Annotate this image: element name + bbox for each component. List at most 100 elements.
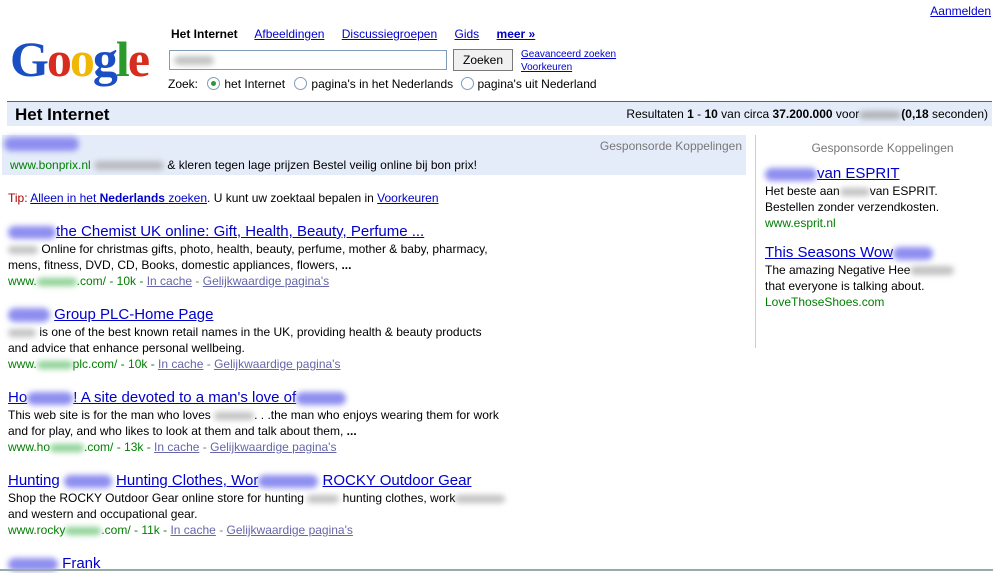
- logo-letter: e: [127, 31, 150, 87]
- zoek-label: Zoek:: [168, 77, 199, 91]
- sponsored-text: & kleren tegen lage prijzen Bestel veili…: [167, 158, 477, 172]
- tab-groups[interactable]: Discussiegroepen: [342, 27, 437, 41]
- radio-dutch-lang[interactable]: [294, 77, 308, 90]
- result-title-prefix[interactable]: Ho: [8, 389, 27, 406]
- result-snippet-tail: . . .the man who enjoys wearing them for…: [254, 408, 499, 422]
- redacted-ad-title[interactable]: [4, 137, 79, 151]
- search-scope: Zoek: het Internet pagina's in het Neder…: [168, 77, 597, 91]
- redacted-title: [765, 167, 817, 181]
- advanced-links: Geavanceerd zoeken Voorkeuren: [521, 48, 616, 74]
- stats-voor: voor: [832, 107, 860, 121]
- similar-pages-link[interactable]: Gelijkwaardige pagina's: [210, 440, 336, 454]
- cache-link[interactable]: In cache: [147, 274, 192, 288]
- result-title-prefix[interactable]: Hunting: [8, 472, 60, 489]
- range-sep: -: [693, 107, 705, 121]
- similar-pages-link[interactable]: Gelijkwaardige pagina's: [203, 274, 329, 288]
- result-snippet: Online for christmas gifts, photo, healt…: [41, 242, 488, 256]
- result-url-tail: .com/ - 11k -: [101, 523, 171, 537]
- ad-item: This Seasons Wow The amazing Negative He…: [765, 243, 990, 310]
- cache-link[interactable]: In cache: [154, 440, 199, 454]
- result-snippet: and western and occupational gear.: [8, 507, 198, 521]
- redacted-url: [65, 526, 102, 535]
- ad-title-link[interactable]: van ESPRIT: [817, 165, 900, 182]
- logo-letter: o: [46, 31, 72, 87]
- similar-pages-link[interactable]: Gelijkwaardige pagina's: [214, 357, 340, 371]
- redacted-title: [893, 246, 934, 260]
- redacted-text: [94, 161, 165, 171]
- results-bar-title: Het Internet: [15, 105, 110, 124]
- sponsored-url: www.bonprix.nl: [10, 158, 91, 172]
- results-count: 37.200.000: [772, 107, 833, 121]
- ad-text: The amazing Negative Hee: [765, 263, 911, 277]
- redacted-title: [8, 225, 56, 239]
- result-url: www.: [8, 274, 37, 288]
- ad-url: www.esprit.nl: [765, 216, 836, 230]
- search-result: Group PLC-Home Page is one of the best k…: [8, 306, 482, 371]
- results-stats: Resultaten 1 - 10 van circa 37.200.000 v…: [626, 107, 988, 121]
- cache-link[interactable]: In cache: [170, 523, 215, 537]
- search-input[interactable]: [169, 50, 447, 70]
- redacted-url: [50, 443, 85, 452]
- ellipsis: ...: [341, 258, 352, 272]
- search-result: Ho ! A site devoted to a man's love of Th…: [8, 389, 499, 454]
- ad-text: van ESPRIT.: [869, 184, 938, 198]
- logo-letter: l: [115, 31, 130, 87]
- dutch-only-link[interactable]: Alleen in het Nederlands zoeken: [30, 191, 207, 205]
- google-logo[interactable]: Google: [10, 30, 160, 90]
- tab-more[interactable]: meer »: [497, 27, 536, 41]
- result-url: www.ho: [8, 440, 51, 454]
- ad-text: that everyone is talking about.: [765, 279, 925, 293]
- result-title-end[interactable]: ROCKY Outdoor Gear: [323, 472, 472, 489]
- redacted-title: [8, 308, 50, 323]
- language-tip: Tip: Alleen in het Nederlands zoeken. U …: [8, 191, 439, 205]
- preferences-link[interactable]: Voorkeuren: [521, 62, 572, 73]
- radio-netherlands[interactable]: [460, 77, 474, 90]
- ellipsis: ...: [346, 424, 357, 438]
- search-button[interactable]: Zoeken: [453, 49, 513, 71]
- ad-title-link[interactable]: This Seasons Wow: [765, 244, 893, 261]
- redacted-text: [8, 328, 36, 337]
- redacted-text: [8, 245, 38, 254]
- tip-text: . U kunt uw zoektaal bepalen in: [207, 191, 374, 205]
- result-title-link[interactable]: Hunting Clothes, Wor: [116, 472, 258, 489]
- range-start: 1: [687, 107, 694, 121]
- result-snippet: mens, fitness, DVD, CD, Books, domestic …: [8, 258, 339, 272]
- sponsored-label: Gesponsorde Koppelingen: [811, 141, 954, 155]
- radio-dutch-lang-label: pagina's in het Nederlands: [311, 77, 454, 91]
- similar-pages-link[interactable]: Gelijkwaardige pagina's: [227, 523, 353, 537]
- result-title-link[interactable]: ! A site devoted to a man's love of: [73, 389, 296, 406]
- search-result: Hunting Hunting Clothes, Wor ROCKY Outdo…: [8, 471, 568, 538]
- advanced-search-link[interactable]: Geavanceerd zoeken: [521, 49, 616, 60]
- result-snippet: Shop the ROCKY Outdoor Gear online store…: [8, 491, 304, 505]
- stats-mid: van circa: [717, 107, 773, 121]
- radio-web[interactable]: [207, 77, 221, 90]
- tab-images[interactable]: Afbeeldingen: [254, 27, 324, 41]
- ad-text: Bestellen zonder verzendkosten.: [765, 200, 940, 214]
- signin-link[interactable]: Aanmelden: [930, 4, 991, 18]
- redacted-text: [214, 411, 255, 420]
- result-snippet-mid: hunting clothes, work: [342, 491, 456, 505]
- ad-url: LoveThoseShoes.com: [765, 295, 885, 309]
- tab-directory[interactable]: Gids: [455, 27, 480, 41]
- redacted-title: [296, 391, 347, 405]
- tip-link-bold: Nederlands: [99, 191, 165, 205]
- results-bar: Het Internet Resultaten 1 - 10 van circa…: [7, 101, 992, 126]
- result-snippet: and advice that enhance personal wellbei…: [8, 341, 245, 355]
- sponsored-label: Gesponsorde Koppelingen: [599, 139, 742, 153]
- result-url: www.rocky: [8, 523, 66, 537]
- sponsored-top: Gesponsorde Koppelingen www.bonprix.nl &…: [2, 135, 746, 175]
- redacted-text: [455, 494, 506, 503]
- result-title-link[interactable]: Group PLC-Home Page: [54, 306, 213, 323]
- cache-link[interactable]: In cache: [158, 357, 203, 371]
- logo-letter: G: [10, 31, 49, 87]
- result-url-tail: .com/ - 13k -: [84, 440, 155, 454]
- tip-label: Tip:: [8, 191, 28, 205]
- result-snippet: is one of the best known retail names in…: [39, 325, 482, 339]
- logo-letter: o: [69, 31, 95, 87]
- ad-item: van ESPRIT Het beste aan van ESPRIT. Best…: [765, 164, 990, 231]
- redacted-url: [36, 277, 77, 286]
- redacted-text: [307, 494, 340, 503]
- tip-preferences-link[interactable]: Voorkeuren: [377, 191, 438, 205]
- result-title-link[interactable]: the Chemist UK online: Gift, Health, Bea…: [56, 223, 424, 240]
- search-tabs: Het Internet Afbeeldingen Discussiegroep…: [171, 27, 549, 41]
